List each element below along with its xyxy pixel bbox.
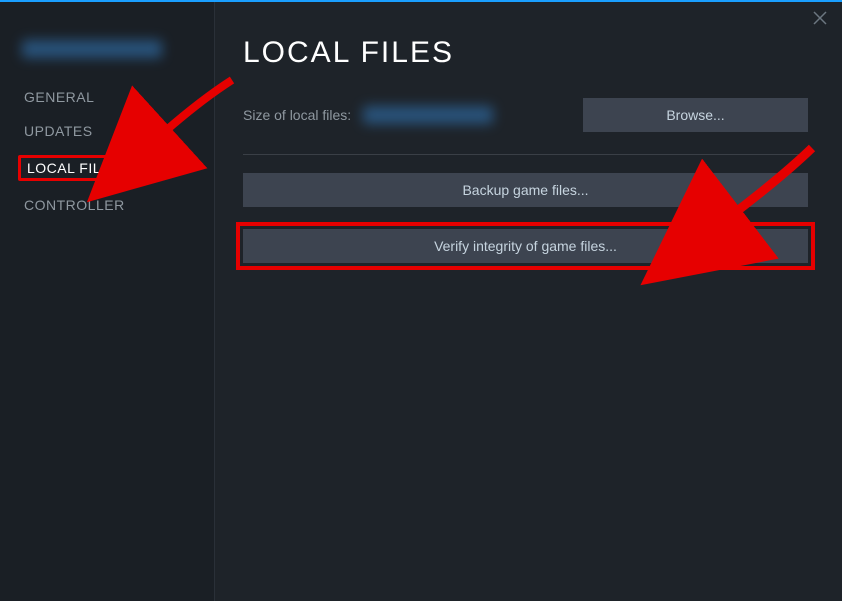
main-panel: LOCAL FILES Size of local files: Browse.…: [215, 0, 842, 601]
sidebar-item-label: UPDATES: [18, 121, 99, 141]
sidebar-item-local-files[interactable]: LOCAL FILES: [0, 148, 214, 188]
close-icon[interactable]: [812, 10, 828, 26]
sidebar-item-general[interactable]: GENERAL: [0, 80, 214, 114]
verify-integrity-button[interactable]: Verify integrity of game files...: [243, 229, 808, 263]
backup-button[interactable]: Backup game files...: [243, 173, 808, 207]
size-label: Size of local files:: [243, 107, 351, 123]
sidebar-item-label: GENERAL: [18, 87, 100, 107]
properties-window: GENERAL UPDATES LOCAL FILES CONTROLLER L…: [0, 0, 842, 601]
size-row: Size of local files: Browse...: [243, 98, 808, 132]
sidebar-item-label: CONTROLLER: [18, 195, 131, 215]
sidebar-item-label: LOCAL FILES: [18, 155, 130, 181]
sidebar-item-controller[interactable]: CONTROLLER: [0, 188, 214, 222]
game-title-redacted: [22, 40, 162, 58]
page-title: LOCAL FILES: [243, 36, 808, 70]
browse-button[interactable]: Browse...: [583, 98, 808, 132]
sidebar: GENERAL UPDATES LOCAL FILES CONTROLLER: [0, 0, 215, 601]
sidebar-item-updates[interactable]: UPDATES: [0, 114, 214, 148]
size-value-redacted: [363, 106, 493, 124]
divider: [243, 154, 808, 155]
